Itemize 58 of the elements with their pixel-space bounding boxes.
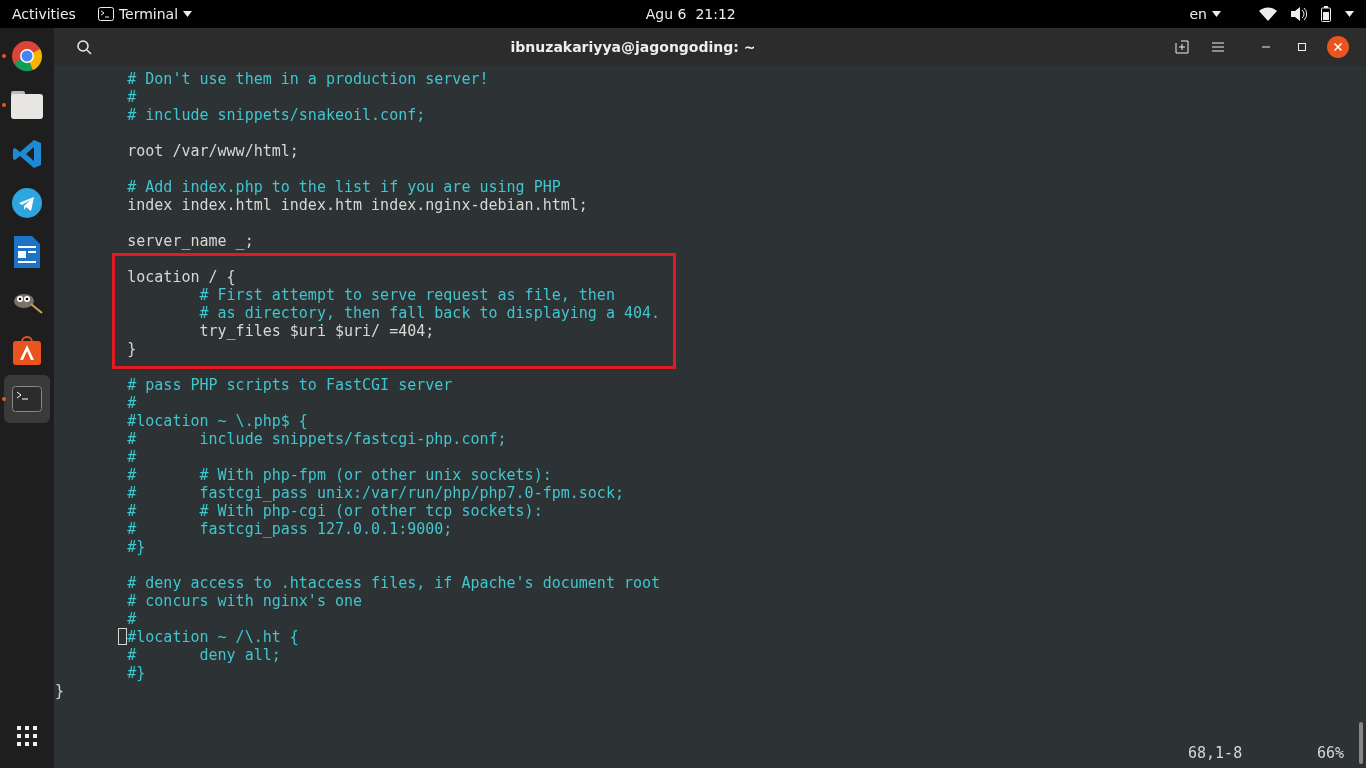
code-comment: # include snippets/snakeoil.conf; <box>126 106 426 124</box>
code-comment: # fastcgi_pass 127.0.0.1:9000; <box>126 520 453 538</box>
minimize-icon <box>1262 46 1270 48</box>
browser-icon <box>11 40 43 72</box>
terminal-icon <box>12 386 42 412</box>
code-comment: # First attempt to serve request as file, then <box>198 286 615 304</box>
code-comment: #location ~ \.php$ { <box>126 412 308 430</box>
search-icon <box>76 39 92 55</box>
activities-button[interactable]: Activities <box>12 6 76 22</box>
code-comment: # <box>126 394 137 412</box>
code-comment: # <box>126 448 137 466</box>
new-tab-icon <box>1175 40 1189 54</box>
code-editor-icon <box>12 139 42 169</box>
code-comment: # Don't use them in a production server! <box>126 70 489 88</box>
code-line: root /var/www/html; <box>126 142 299 160</box>
wifi-icon[interactable] <box>1259 7 1277 21</box>
menu-icon <box>1212 42 1224 52</box>
cursor-position: 68,1-8 <box>1188 744 1243 762</box>
code-comment: # # With php-cgi (or other tcp sockets): <box>126 502 543 520</box>
code-comment: # pass PHP scripts to FastCGI server <box>126 376 453 394</box>
code-comment: #} <box>126 664 146 682</box>
code-line: index index.html index.htm index.nginx-debian.html; <box>126 196 588 214</box>
code-comment: # <box>126 610 137 628</box>
code-comment: # concurs with nginx's one <box>126 592 363 610</box>
app-menu[interactable]: Terminal <box>97 6 193 22</box>
paper-plane-icon <box>12 188 42 218</box>
close-icon <box>1327 36 1349 58</box>
maximize-icon <box>1298 43 1306 51</box>
scrollbar-thumb[interactable] <box>1359 722 1363 764</box>
code-comment: #} <box>126 538 146 556</box>
scroll-percent: 66% <box>1316 744 1344 762</box>
window-title: ibnuzakariyya@jagongoding: ~ <box>509 39 757 55</box>
folder-icon <box>11 91 43 119</box>
clock[interactable]: Agu 6 21:12 <box>192 6 1190 22</box>
code-line: server_name _; <box>126 232 254 250</box>
caret-icon <box>1345 11 1354 17</box>
code-comment: # deny all; <box>126 646 281 664</box>
code-comment: # include snippets/fastcgi-php.conf; <box>126 430 507 448</box>
code-line: } <box>126 340 137 358</box>
code-comment: # as directory, then fall back to displaying a 404. <box>198 304 661 322</box>
code-comment: # Add index.php to the list if you are using PHP <box>126 178 561 196</box>
code-comment: # deny access to .htaccess files, if Apache's document root <box>126 574 661 592</box>
shopping-bag-icon <box>12 335 42 365</box>
app-grid-icon <box>17 726 37 746</box>
language-menu[interactable]: en <box>1189 6 1221 22</box>
caret-icon <box>183 11 193 17</box>
code-comment: #location ~ /\.ht { <box>126 628 299 646</box>
battery-icon[interactable] <box>1321 6 1331 22</box>
volume-icon[interactable] <box>1291 7 1307 21</box>
code-comment: # <box>126 88 137 106</box>
code-line: location / { <box>126 268 236 286</box>
caret-icon <box>1212 11 1221 17</box>
code-comment: # # With php-fpm (or other unix sockets): <box>126 466 552 484</box>
code-line: try_files $uri $uri/ =404; <box>198 322 435 340</box>
document-icon <box>14 236 40 268</box>
code-line: } <box>55 682 65 700</box>
terminal-icon <box>97 7 114 21</box>
code-comment: # fastcgi_pass unix:/var/run/php/php7.0-fpm.sock; <box>126 484 624 502</box>
